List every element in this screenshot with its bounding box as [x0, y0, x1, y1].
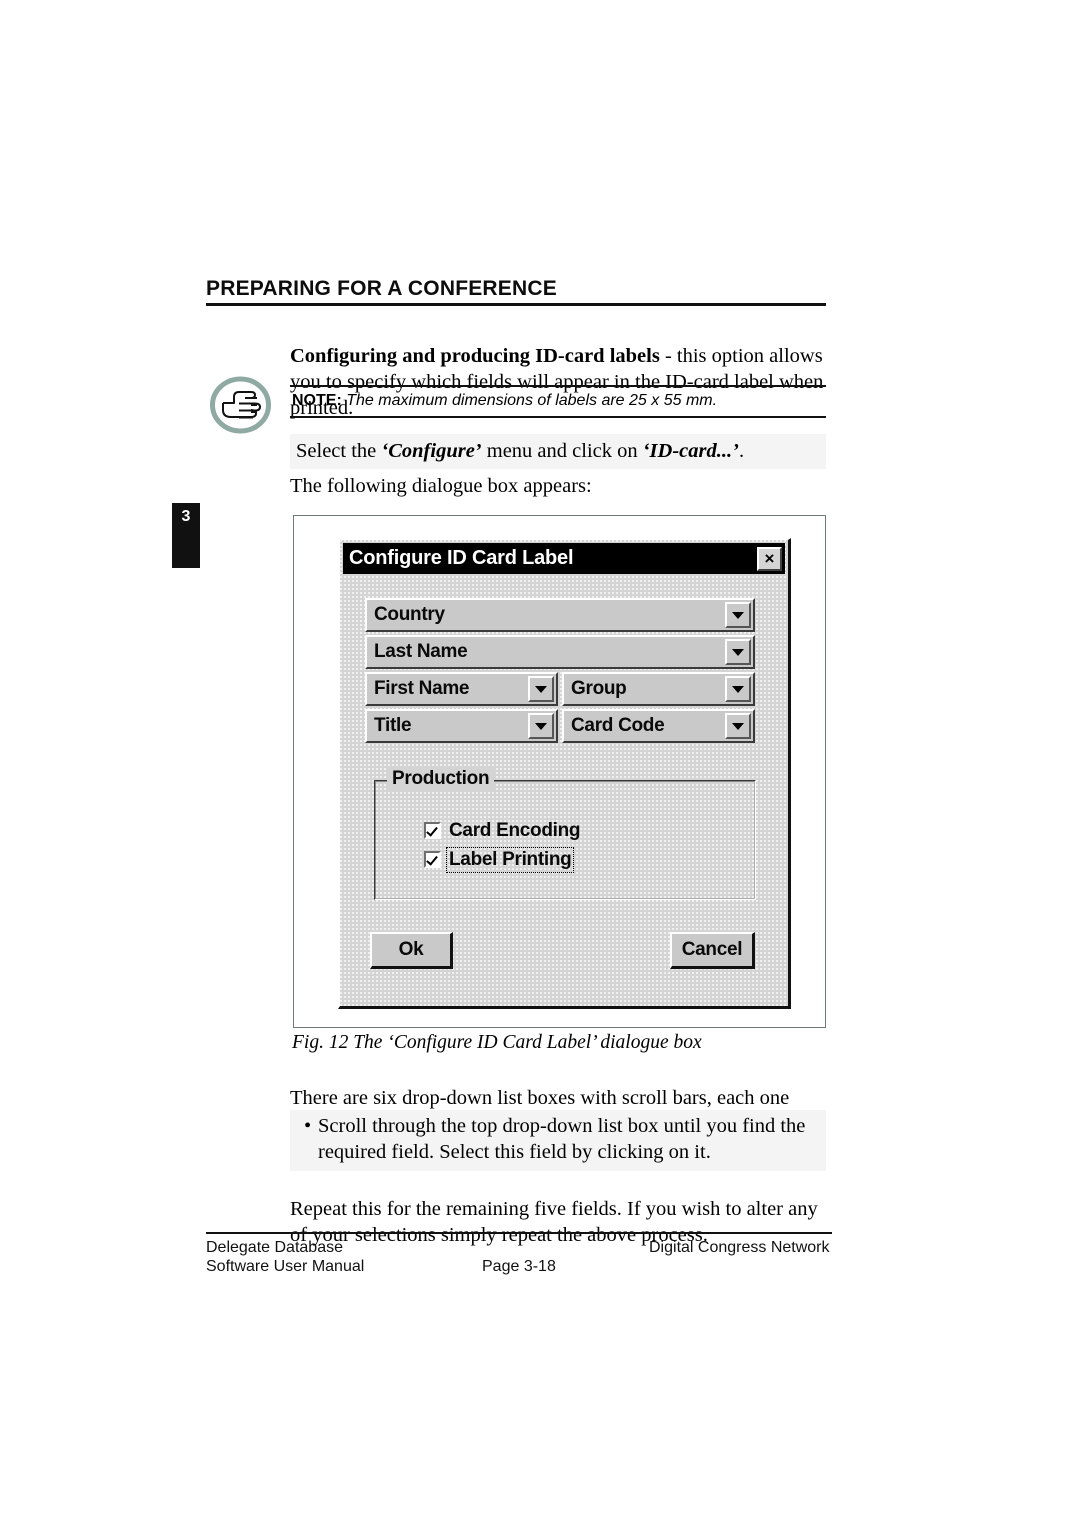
following-dialogue-line: The following dialogue box appears: [290, 475, 592, 497]
checkmark-icon[interactable] [424, 822, 441, 840]
production-legend: Production [387, 768, 495, 790]
footer-left-line1: Delegate Database [206, 1239, 343, 1256]
dropdown-title[interactable]: Title [365, 709, 558, 743]
figure-frame: Configure ID Card Label × Country Last N… [293, 515, 826, 1028]
note-rule-bottom [290, 416, 826, 418]
checkbox-label-printing-label: Label Printing [445, 846, 575, 873]
dropdown-country[interactable]: Country [365, 598, 755, 632]
note-text: NOTE: The maximum dimensions of labels a… [290, 387, 826, 416]
dialog-titlebar: Configure ID Card Label × [343, 543, 785, 574]
instruction-pre: Select the [296, 440, 382, 462]
checkbox-label-printing[interactable]: Label Printing [424, 846, 742, 873]
intro-lead-in: Configuring and producing ID-card labels [290, 344, 660, 367]
dropdown-title-value: Title [374, 715, 412, 736]
cancel-button[interactable]: Cancel [670, 932, 755, 969]
chevron-down-icon[interactable] [528, 713, 554, 739]
footer-rule [206, 1232, 832, 1234]
dropdown-group-value: Group [571, 678, 627, 699]
bullet-dot: • [304, 1115, 312, 1137]
instruction-post: . [738, 440, 745, 462]
dropdown-group[interactable]: Group [562, 672, 755, 706]
checkbox-card-encoding-label: Card Encoding [449, 819, 581, 841]
footer-right: Digital Congress Network [649, 1239, 830, 1256]
dropdown-row-3: First Name Group [365, 672, 755, 709]
bullet-text: Scroll through the top drop-down list bo… [318, 1115, 806, 1163]
note-label: NOTE: [292, 392, 342, 409]
field-dropdown-group: Country Last Name First Name Group Title… [365, 598, 755, 746]
dropdown-first-name[interactable]: First Name [365, 672, 558, 706]
note-block: NOTE: The maximum dimensions of labels a… [290, 385, 826, 418]
instruction-menu-name: ‘Configure’ [381, 440, 482, 462]
chevron-down-icon[interactable] [725, 639, 751, 665]
chevron-down-icon[interactable] [725, 602, 751, 628]
dropdown-card-code[interactable]: Card Code [562, 709, 755, 743]
pointing-hand-icon [209, 376, 272, 434]
instruction-mid: menu and click on [481, 440, 643, 462]
footer-left-line2: Software User Manual [206, 1258, 365, 1275]
dropdown-card-code-value: Card Code [571, 715, 665, 736]
note-body: The maximum dimensions of labels are 25 … [341, 392, 718, 409]
production-groupbox: Production Card Encoding Label Printing [374, 768, 756, 900]
figure-caption: Fig. 12 The ‘Configure ID Card Label’ di… [292, 1032, 702, 1053]
dropdown-first-name-value: First Name [374, 678, 470, 699]
ok-button[interactable]: Ok [370, 932, 453, 969]
checkmark-icon[interactable] [424, 851, 441, 869]
instruction-band: Select the ‘Configure’ menu and click on… [290, 434, 826, 469]
configure-id-card-label-dialog: Configure ID Card Label × Country Last N… [338, 538, 791, 1009]
bullet-band: • Scroll through the top drop-down list … [290, 1110, 826, 1171]
footer-left: Delegate Database Software User Manual [206, 1238, 364, 1276]
list-item: • Scroll through the top drop-down list … [290, 1113, 826, 1165]
footer-page-number: Page 3-18 [482, 1258, 556, 1275]
title-underline-rule [206, 303, 826, 306]
dropdown-last-name-value: Last Name [374, 641, 468, 662]
dropdown-country-value: Country [374, 604, 445, 625]
close-icon[interactable]: × [757, 546, 782, 571]
dropdown-last-name[interactable]: Last Name [365, 635, 755, 669]
page-title: PREPARING FOR A CONFERENCE [206, 277, 557, 300]
dialog-title: Configure ID Card Label [349, 547, 574, 569]
instruction-item-name: ‘ID-card...’ [642, 440, 739, 462]
dropdown-row-4: Title Card Code [365, 709, 755, 746]
chevron-down-icon[interactable] [725, 713, 751, 739]
chevron-down-icon[interactable] [725, 676, 751, 702]
checkbox-card-encoding[interactable]: Card Encoding [424, 819, 742, 843]
chapter-tab-3: 3 [172, 503, 200, 568]
chevron-down-icon[interactable] [528, 676, 554, 702]
